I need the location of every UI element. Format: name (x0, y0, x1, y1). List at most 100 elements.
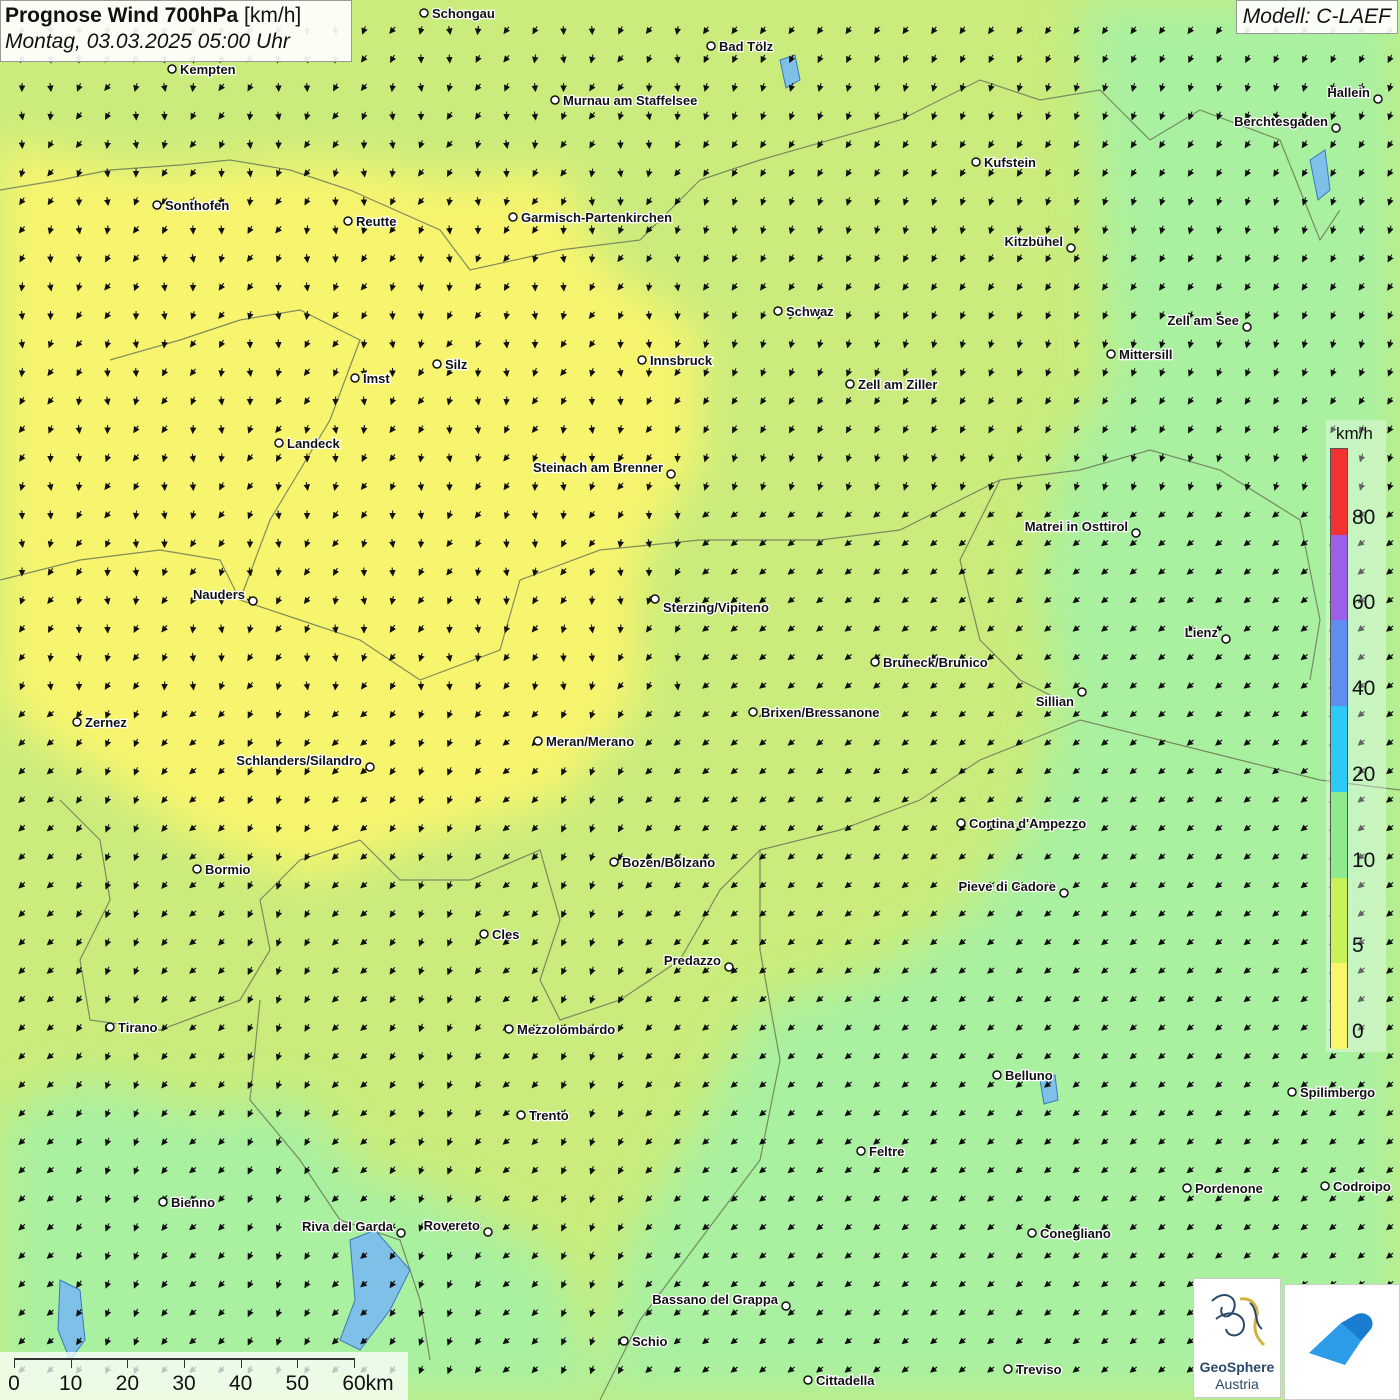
city-label: Bormio (205, 862, 251, 877)
city-dot-icon (533, 736, 543, 746)
city-dot-icon (637, 355, 647, 365)
scale-tick (354, 1358, 355, 1368)
city-dot-icon (350, 373, 360, 383)
city-label: Lienz (1185, 625, 1219, 640)
scale-label: 60km (342, 1372, 394, 1395)
city-marker[interactable]: Innsbruck (637, 352, 714, 369)
city-dot-icon (516, 1110, 526, 1120)
city-dot-icon (483, 1227, 493, 1237)
city-marker[interactable]: Mezzolombardo (504, 1021, 617, 1038)
city-label: Trento (529, 1108, 569, 1123)
wind-arrow (218, 225, 225, 235)
city-dot-icon (1182, 1183, 1192, 1193)
city-label: Schlanders/Silandro (236, 753, 362, 768)
city-marker[interactable]: Spilimbergo (1287, 1084, 1376, 1101)
city-marker[interactable]: Bozen/Bolzano (609, 854, 716, 871)
city-label: Belluno (1005, 1068, 1053, 1083)
wind-arrow (189, 481, 197, 492)
city-marker[interactable]: Sonthofen (152, 197, 231, 214)
city-label: Rovereto (424, 1218, 480, 1233)
city-label: Bruneck/Brunico (883, 655, 988, 670)
geosphere-logo[interactable]: GeoSphere Austria (1193, 1278, 1281, 1398)
wind-map: Schongau Kempten Bad Tölz Murnau am Staffel… (0, 0, 1400, 1400)
legend-label: 5 (1352, 934, 1364, 958)
city-dot-icon (1242, 322, 1252, 332)
city-dot-icon (479, 929, 489, 939)
city-dot-icon (803, 1375, 813, 1385)
wind-arrow (446, 54, 453, 64)
wind-arrow (360, 196, 368, 207)
city-label: Kufstein (984, 155, 1036, 170)
city-label: Brixen/Bressanone (761, 705, 880, 720)
legend-color-segment (1331, 791, 1347, 878)
city-dot-icon (1077, 687, 1087, 697)
city-dot-icon (1059, 888, 1069, 898)
city-label: Zell am See (1167, 313, 1239, 328)
city-label: Schongau (432, 6, 495, 21)
legend-color-segment (1331, 534, 1347, 621)
city-label: Silz (445, 357, 468, 372)
city-label: Landeck (287, 436, 341, 451)
city-marker[interactable]: Conegliano (1027, 1225, 1112, 1242)
scale-label: 0 (8, 1372, 20, 1395)
city-dot-icon (748, 707, 758, 717)
city-label: Sonthofen (165, 198, 229, 213)
city-label: Zell am Ziller (858, 377, 937, 392)
city-label: Sterzing/Vipiteno (663, 600, 769, 615)
city-marker[interactable]: Meran/Merano (533, 733, 635, 750)
wind-arrow (47, 253, 54, 264)
city-dot-icon (609, 857, 619, 867)
city-label: Sillian (1036, 694, 1074, 709)
legend-label: 10 (1352, 848, 1376, 872)
geosphere-logo-icon (1211, 1294, 1266, 1347)
legend-unit: km/h (1336, 424, 1373, 443)
legend-label: 40 (1352, 677, 1376, 701)
legend-label: 20 (1352, 762, 1376, 786)
city-label: Steinach am Brenner (533, 460, 663, 475)
city-label: Berchtesgaden (1234, 114, 1328, 129)
scale-tick (127, 1358, 129, 1368)
city-dot-icon (845, 379, 855, 389)
city-dot-icon (1221, 634, 1231, 644)
city-dot-icon (1066, 243, 1076, 253)
scale-label: 30 (172, 1372, 196, 1395)
city-label: Bozen/Bolzano (622, 855, 715, 870)
city-dot-icon (105, 1022, 115, 1032)
city-dot-icon (152, 200, 162, 210)
city-label: Pordenone (1195, 1181, 1263, 1196)
legend-color-segment (1331, 877, 1347, 964)
city-dot-icon (1106, 349, 1116, 359)
city-marker[interactable]: Brixen/Bressanone (748, 704, 881, 721)
geosphere-name: GeoSphere (1199, 1359, 1275, 1375)
city-marker[interactable]: Pordenone (1182, 1180, 1264, 1197)
city-marker[interactable]: Zell am Ziller (845, 376, 939, 393)
scale-tick (184, 1358, 185, 1368)
forecast-datetime: Montag, 03.03.2025 05:00 Uhr (5, 30, 290, 53)
scale-tick (70, 1358, 72, 1368)
city-dot-icon (773, 306, 783, 316)
city-marker[interactable]: Bruneck/Brunico (870, 654, 989, 671)
city-label: Pieve di Cadore (958, 879, 1056, 894)
city-dot-icon (1320, 1181, 1330, 1191)
city-marker[interactable]: Schongau (419, 5, 496, 22)
city-label: Tirano (118, 1020, 158, 1035)
city-label: Nauders (193, 587, 245, 602)
city-dot-icon (1373, 94, 1383, 104)
city-label: Codroipo (1333, 1179, 1391, 1194)
city-label: Spilimbergo (1300, 1085, 1375, 1100)
city-marker[interactable]: Garmisch-Partenkirchen (508, 209, 673, 226)
scale-tick (297, 1358, 299, 1368)
city-dot-icon (167, 64, 177, 74)
city-label: Mezzolombardo (517, 1022, 615, 1037)
legend-label: 0 (1352, 1020, 1364, 1043)
city-dot-icon (274, 438, 284, 448)
city-marker[interactable]: Murnau am Staffelsee (550, 92, 699, 109)
city-label: Kitzbühel (1005, 234, 1064, 249)
scale-tick (14, 1358, 15, 1368)
city-label: Imst (363, 371, 390, 386)
city-dot-icon (1331, 123, 1341, 133)
wind-arrow (332, 453, 339, 463)
city-marker[interactable]: Cortina d'Ampezzo (956, 815, 1088, 832)
wetter-app-logo[interactable] (1284, 1284, 1400, 1400)
city-label: Riva del Garda (302, 1219, 394, 1234)
